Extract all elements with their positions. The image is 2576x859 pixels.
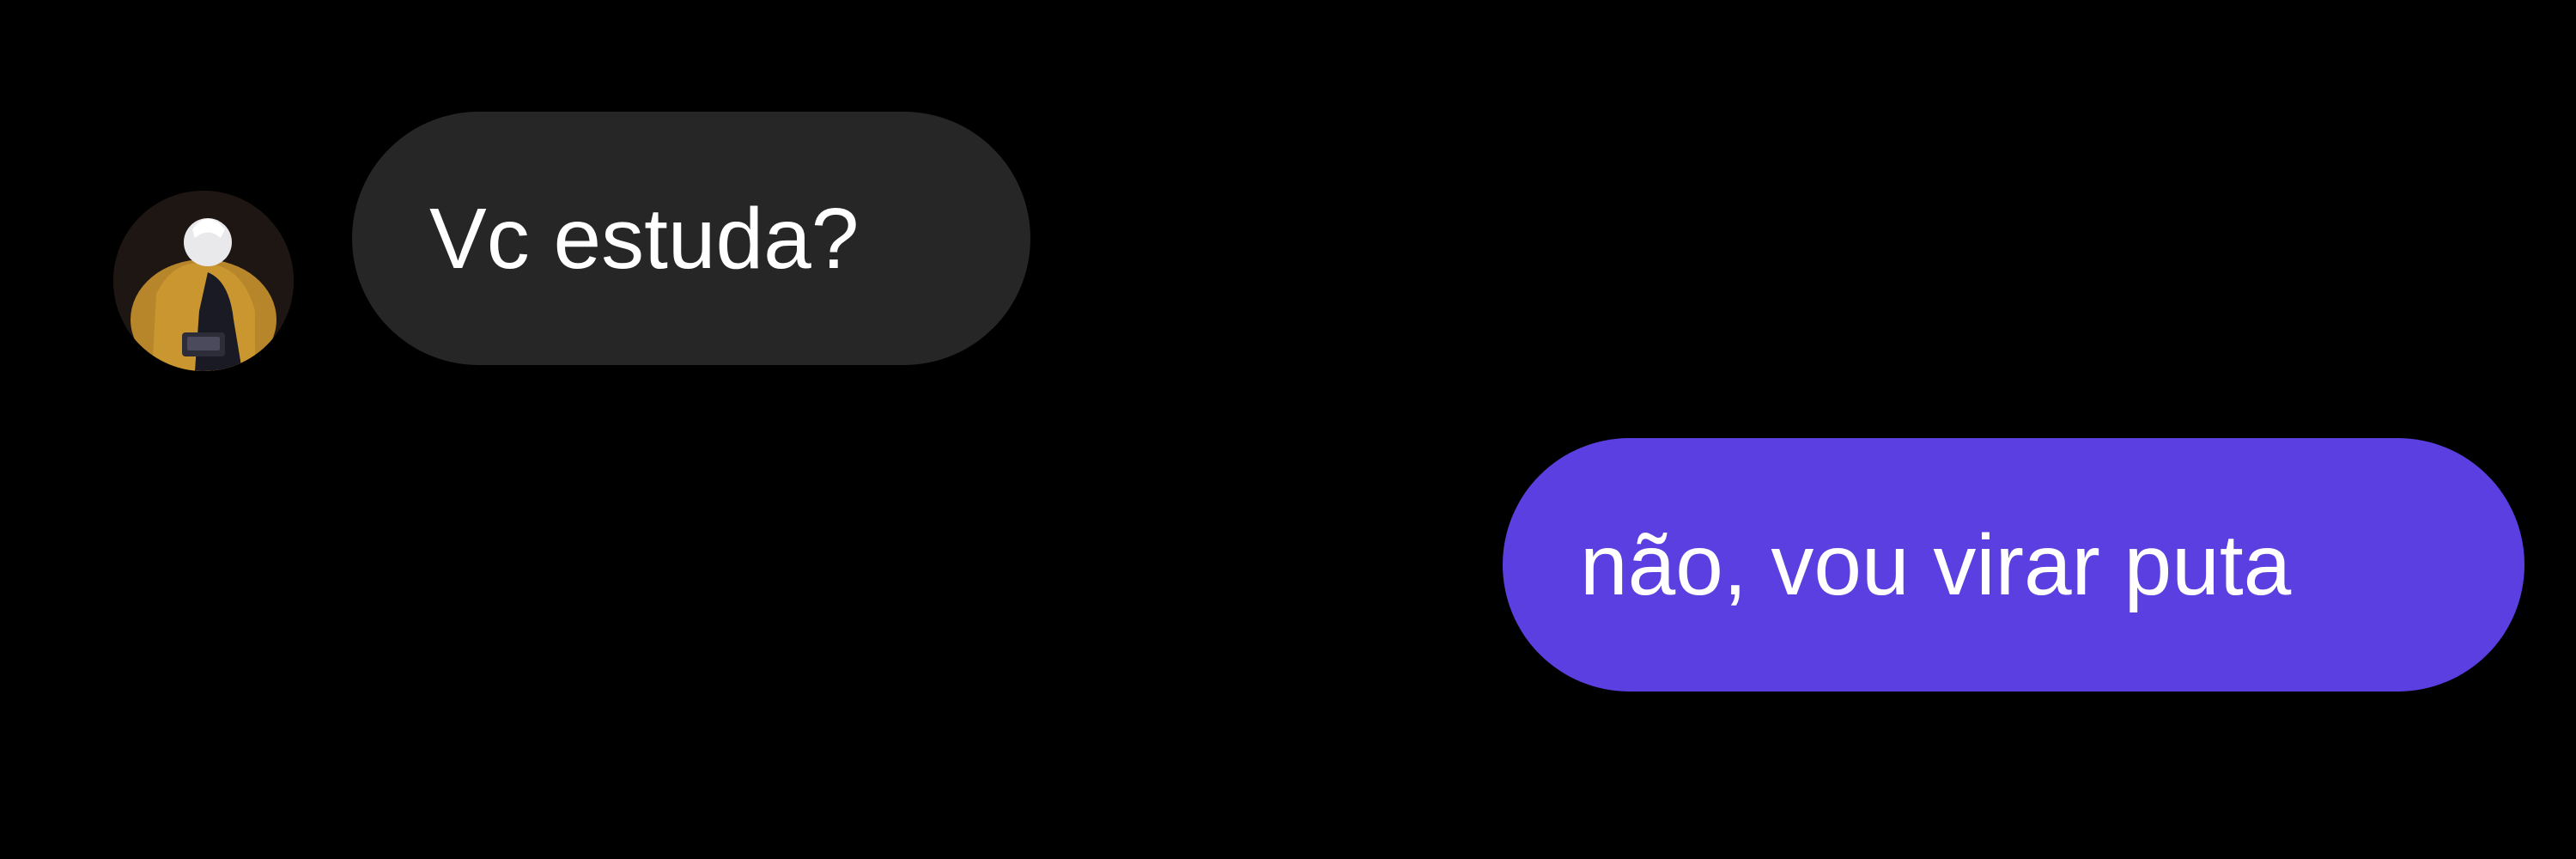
chat-thread: Vc estuda? não, vou virar puta <box>0 0 2576 859</box>
incoming-message-text: Vc estuda? <box>429 190 860 287</box>
contact-avatar[interactable] <box>113 191 294 371</box>
outgoing-message-text: não, vou virar puta <box>1580 516 2292 613</box>
incoming-message-bubble[interactable]: Vc estuda? <box>352 112 1030 365</box>
outgoing-message-bubble[interactable]: não, vou virar puta <box>1503 438 2524 691</box>
person-avatar-icon <box>113 191 294 371</box>
